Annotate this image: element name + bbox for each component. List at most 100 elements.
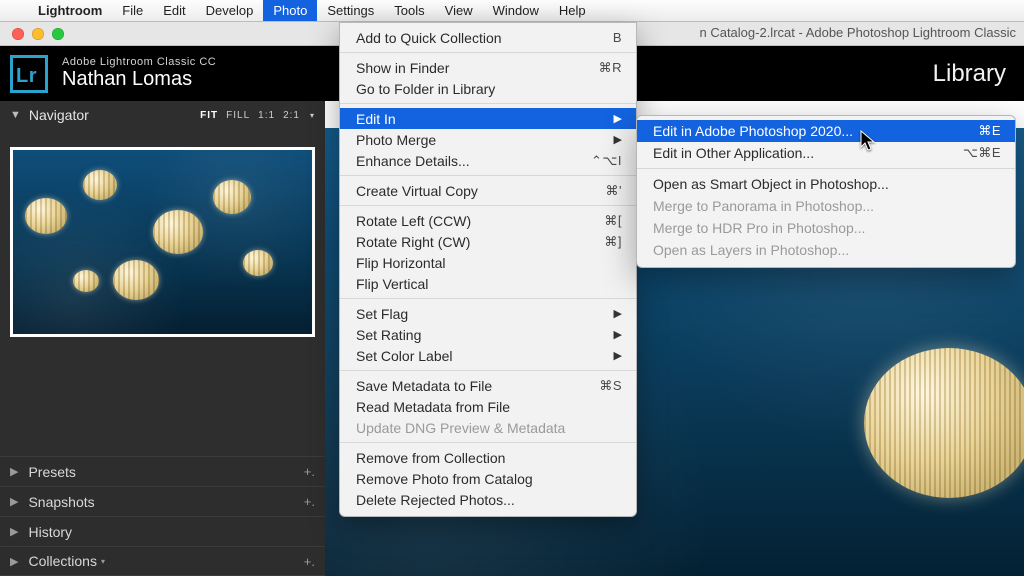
- minimize-window-button[interactable]: [32, 28, 44, 40]
- menu-item-show-in-finder[interactable]: Show in Finder ⌘R: [340, 57, 636, 78]
- menu-item-label: Create Virtual Copy: [356, 183, 478, 199]
- nav-opt-fit[interactable]: FIT: [200, 110, 218, 121]
- navigator-thumbnail[interactable]: [10, 147, 315, 337]
- menu-edit[interactable]: Edit: [153, 0, 195, 21]
- navigator-panel-header[interactable]: ▼ Navigator FIT FILL 1:1 2:1 ▾: [0, 101, 325, 129]
- traffic-lights: [0, 28, 64, 40]
- module-picker-library[interactable]: Library: [933, 60, 1006, 88]
- shortcut-text: ⌘]: [604, 234, 622, 250]
- menu-item-rotate-right[interactable]: Rotate Right (CW) ⌘]: [340, 231, 636, 252]
- submenu-item-panorama: Merge to Panorama in Photoshop...: [637, 195, 1015, 217]
- menu-photo[interactable]: Photo: [263, 0, 317, 21]
- jellyfish-icon: [213, 180, 251, 214]
- panel-label: Presets: [28, 464, 75, 480]
- menu-item-label: Remove from Collection: [356, 450, 505, 466]
- menu-help[interactable]: Help: [549, 0, 596, 21]
- submenu-item-edit-photoshop[interactable]: Edit in Adobe Photoshop 2020... ⌘E: [637, 120, 1015, 142]
- menu-item-go-to-folder[interactable]: Go to Folder in Library: [340, 78, 636, 99]
- navigator-zoom-options[interactable]: FIT FILL 1:1 2:1 ▾: [200, 110, 315, 121]
- menu-item-update-dng: Update DNG Preview & Metadata: [340, 417, 636, 438]
- menu-item-label: Go to Folder in Library: [356, 81, 495, 97]
- menu-item-set-flag[interactable]: Set Flag ▶: [340, 303, 636, 324]
- menu-item-remove-from-catalog[interactable]: Remove Photo from Catalog: [340, 468, 636, 489]
- menu-item-label: Flip Horizontal: [356, 255, 445, 271]
- menu-item-label: Open as Smart Object in Photoshop...: [653, 176, 889, 192]
- menu-develop[interactable]: Develop: [196, 0, 264, 21]
- shortcut-text: ⌘E: [978, 123, 1001, 139]
- jellyfish-icon: [83, 170, 117, 200]
- close-window-button[interactable]: [12, 28, 24, 40]
- menu-item-label: Set Color Label: [356, 348, 453, 364]
- menu-settings[interactable]: Settings: [317, 0, 384, 21]
- jellyfish-icon: [153, 210, 203, 254]
- menu-item-set-rating[interactable]: Set Rating ▶: [340, 324, 636, 345]
- chevron-down-icon[interactable]: ▾: [101, 557, 105, 566]
- snapshots-panel-header[interactable]: ▶ Snapshots +.: [0, 486, 325, 516]
- shortcut-text: ⌃⌥I: [591, 153, 622, 169]
- menu-item-enhance-details[interactable]: Enhance Details... ⌃⌥I: [340, 150, 636, 171]
- menu-view[interactable]: View: [435, 0, 483, 21]
- menu-item-label: Edit In: [356, 111, 396, 127]
- app-menu[interactable]: Lightroom: [28, 0, 112, 21]
- menu-tools[interactable]: Tools: [384, 0, 434, 21]
- chevron-down-icon[interactable]: ▾: [310, 111, 315, 120]
- menu-item-label: Merge to HDR Pro in Photoshop...: [653, 220, 865, 236]
- submenu-item-smart-object[interactable]: Open as Smart Object in Photoshop...: [637, 173, 1015, 195]
- history-panel-header[interactable]: ▶ History: [0, 516, 325, 546]
- menu-item-remove-from-collection[interactable]: Remove from Collection: [340, 447, 636, 468]
- navigator-title: Navigator: [29, 107, 89, 123]
- menu-item-read-metadata[interactable]: Read Metadata from File: [340, 396, 636, 417]
- menu-item-flip-vertical[interactable]: Flip Vertical: [340, 273, 636, 294]
- presets-panel-header[interactable]: ▶ Presets +.: [0, 456, 325, 486]
- menu-item-flip-horizontal[interactable]: Flip Horizontal: [340, 252, 636, 273]
- menu-item-photo-merge[interactable]: Photo Merge ▶: [340, 129, 636, 150]
- menu-item-label: Set Rating: [356, 327, 421, 343]
- submenu-arrow-icon: ▶: [614, 112, 622, 125]
- nav-opt-ratio[interactable]: 2:1: [283, 110, 300, 121]
- lightroom-logo: Lr: [10, 55, 48, 93]
- submenu-arrow-icon: ▶: [614, 307, 622, 320]
- submenu-item-edit-other[interactable]: Edit in Other Application... ⌥⌘E: [637, 142, 1015, 164]
- menu-item-delete-rejected[interactable]: Delete Rejected Photos...: [340, 489, 636, 510]
- menu-window[interactable]: Window: [483, 0, 549, 21]
- shortcut-text: ⌘R: [599, 60, 622, 76]
- add-icon[interactable]: +.: [304, 494, 315, 509]
- menu-item-label: Show in Finder: [356, 60, 449, 76]
- nav-opt-1to1[interactable]: 1:1: [258, 110, 275, 121]
- menu-item-label: Delete Rejected Photos...: [356, 492, 515, 508]
- collections-panel-header[interactable]: ▶ Collections ▾ +.: [0, 546, 325, 576]
- menu-item-label: Read Metadata from File: [356, 399, 510, 415]
- jellyfish-icon: [864, 348, 1024, 498]
- menu-item-save-metadata[interactable]: Save Metadata to File ⌘S: [340, 375, 636, 396]
- window-title: n Catalog-2.lrcat - Adobe Photoshop Ligh…: [699, 25, 1016, 40]
- menu-item-label: Enhance Details...: [356, 153, 470, 169]
- menu-item-label: Edit in Other Application...: [653, 145, 814, 161]
- triangle-right-icon: ▶: [10, 525, 18, 538]
- zoom-window-button[interactable]: [52, 28, 64, 40]
- jellyfish-icon: [243, 250, 273, 276]
- shortcut-text: ⌘': [606, 183, 622, 199]
- shortcut-text: B: [613, 30, 622, 45]
- jellyfish-icon: [113, 260, 159, 300]
- submenu-item-hdr-pro: Merge to HDR Pro in Photoshop...: [637, 217, 1015, 239]
- menu-item-set-color-label[interactable]: Set Color Label ▶: [340, 345, 636, 366]
- menu-item-label: Save Metadata to File: [356, 378, 492, 394]
- menu-item-rotate-left[interactable]: Rotate Left (CCW) ⌘[: [340, 210, 636, 231]
- add-icon[interactable]: +.: [304, 464, 315, 479]
- triangle-right-icon: ▶: [10, 465, 18, 478]
- menu-item-add-quick-collection[interactable]: Add to Quick Collection B: [340, 27, 636, 48]
- left-panel: ▼ Navigator FIT FILL 1:1 2:1 ▾ ▶ Presets: [0, 101, 325, 576]
- add-icon[interactable]: +.: [304, 554, 315, 569]
- menu-file[interactable]: File: [112, 0, 153, 21]
- menu-item-label: Update DNG Preview & Metadata: [356, 420, 565, 436]
- nav-opt-fill[interactable]: FILL: [226, 110, 250, 121]
- submenu-arrow-icon: ▶: [614, 328, 622, 341]
- menu-item-edit-in[interactable]: Edit In ▶: [340, 108, 636, 129]
- menu-item-create-virtual-copy[interactable]: Create Virtual Copy ⌘': [340, 180, 636, 201]
- triangle-down-icon: ▼: [10, 109, 21, 121]
- menu-item-label: Rotate Right (CW): [356, 234, 470, 250]
- jellyfish-icon: [73, 270, 99, 292]
- menu-item-label: Remove Photo from Catalog: [356, 471, 533, 487]
- panel-label: Collections: [28, 553, 96, 569]
- menu-item-label: Edit in Adobe Photoshop 2020...: [653, 123, 853, 139]
